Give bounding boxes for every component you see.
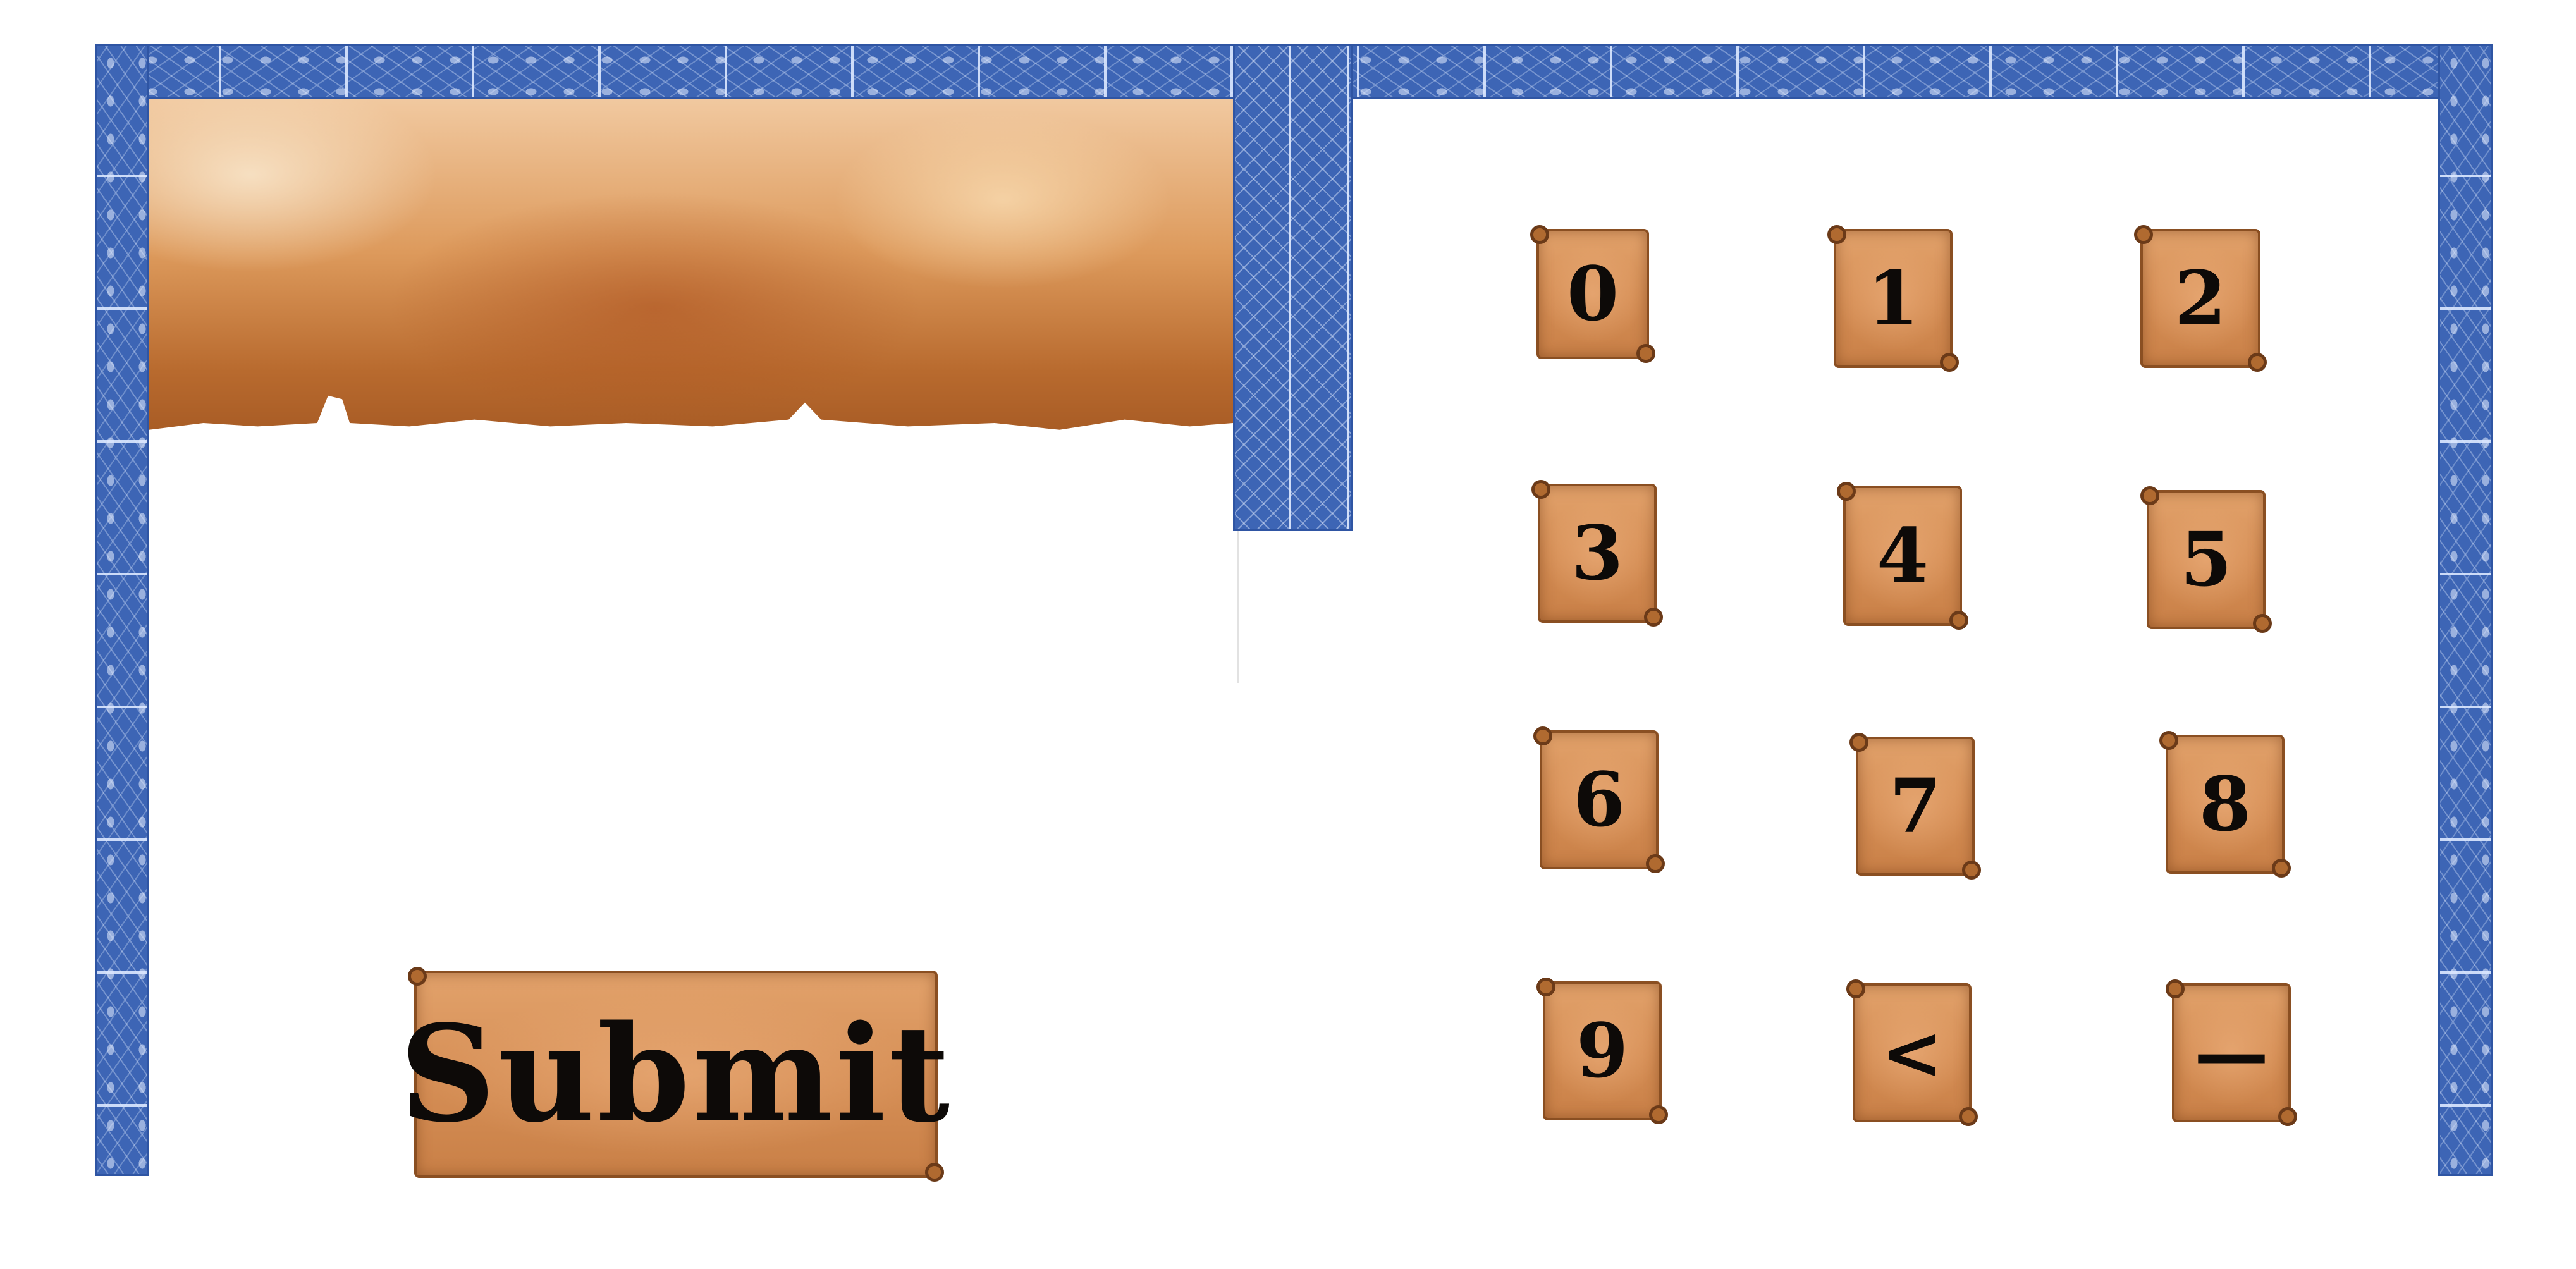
key-dash-label: — xyxy=(2194,1008,2269,1096)
submit-button[interactable]: Submit xyxy=(400,967,950,1182)
key-7-button[interactable]: 7 xyxy=(1849,733,1981,880)
key-4-button[interactable]: 4 xyxy=(1837,482,1968,630)
key-6-button[interactable]: 6 xyxy=(1533,726,1665,873)
key-8-label: 8 xyxy=(2199,760,2252,848)
key-3-label: 3 xyxy=(1571,509,1624,597)
ornamental-border-right xyxy=(2438,44,2493,1176)
key-2-label: 2 xyxy=(2174,254,2227,342)
ornamental-border-left xyxy=(95,44,149,1176)
key-0-button[interactable]: 0 xyxy=(1530,225,1655,363)
ornamental-panel-divider xyxy=(1233,44,1353,531)
key-9-button[interactable]: 9 xyxy=(1536,978,1668,1124)
key-7-label: 7 xyxy=(1889,762,1942,850)
key-4-label: 4 xyxy=(1876,512,1929,599)
key-2-button[interactable]: 2 xyxy=(2134,225,2267,372)
key-6-label: 6 xyxy=(1573,756,1626,843)
key-1-button[interactable]: 1 xyxy=(1827,225,1959,372)
key-backspace-button[interactable]: < xyxy=(1846,979,1978,1126)
key-5-button[interactable]: 5 xyxy=(2140,486,2272,633)
key-0-label: 0 xyxy=(1566,250,1619,338)
key-8-button[interactable]: 8 xyxy=(2159,731,2291,878)
key-5-label: 5 xyxy=(2180,515,2233,603)
parchment-banner xyxy=(149,99,1233,430)
key-1-label: 1 xyxy=(1867,254,1920,342)
key-9-label: 9 xyxy=(1576,1007,1629,1094)
key-dash-button[interactable]: — xyxy=(2166,979,2297,1126)
submit-label: Submit xyxy=(399,996,953,1152)
panel-divider-line xyxy=(1237,531,1239,683)
key-backspace-label: < xyxy=(1880,1008,1944,1096)
key-3-button[interactable]: 3 xyxy=(1531,480,1663,627)
